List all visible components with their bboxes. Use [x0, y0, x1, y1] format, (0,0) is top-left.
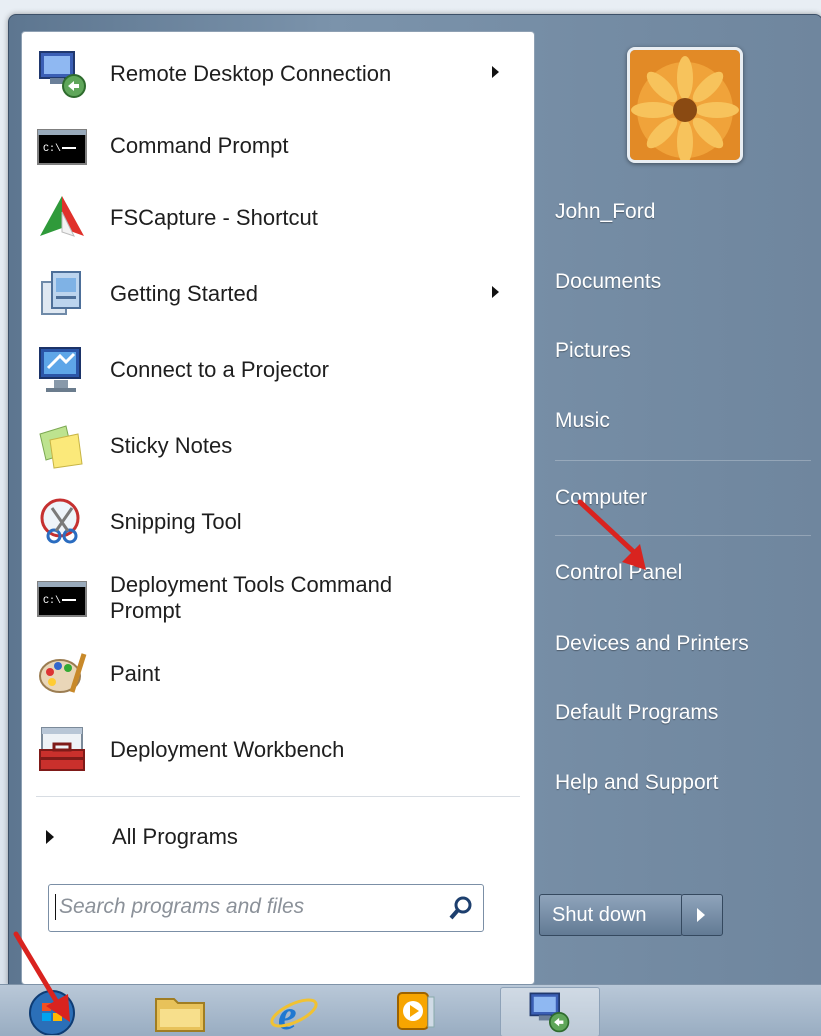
shutdown-button[interactable]: Shut down — [539, 894, 683, 936]
divider — [555, 460, 811, 461]
svg-text:C:\: C:\ — [43, 595, 61, 607]
sticky-notes-icon — [36, 420, 88, 472]
help-support-link[interactable]: Help and Support — [555, 763, 718, 803]
toolbox-icon — [36, 724, 88, 776]
program-item-getting-started[interactable]: Getting Started — [22, 258, 534, 330]
program-list: Remote Desktop Connection C:\ Command Pr… — [21, 31, 535, 985]
program-item-fscapture[interactable]: FSCapture - Shortcut — [22, 182, 534, 254]
shutdown-label: Shut down — [552, 903, 647, 926]
pictures-link[interactable]: Pictures — [555, 331, 631, 371]
fscapture-icon — [36, 192, 88, 244]
search-placeholder: Search programs and files — [59, 895, 305, 918]
taskbar: e — [0, 984, 821, 1036]
all-programs-item[interactable]: All Programs — [22, 812, 534, 862]
windows-explorer-icon[interactable] — [150, 987, 210, 1035]
program-label: FSCapture - Shortcut — [110, 205, 318, 230]
projector-icon — [36, 344, 88, 396]
svg-text:C:\: C:\ — [43, 143, 61, 155]
program-item-deployment-tools-prompt[interactable]: C:\ Deployment Tools Command Prompt — [22, 562, 534, 634]
program-label: Getting Started — [110, 281, 258, 306]
program-item-deployment-workbench[interactable]: Deployment Workbench — [22, 714, 534, 786]
user-avatar[interactable] — [627, 47, 743, 163]
program-label: Deployment Workbench — [110, 737, 345, 762]
program-label: Command Prompt — [110, 133, 289, 158]
program-item-snipping-tool[interactable]: Snipping Tool — [22, 486, 534, 558]
snipping-tool-icon — [36, 496, 88, 548]
program-label: Sticky Notes — [110, 433, 233, 458]
program-item-command-prompt[interactable]: C:\ Command Prompt — [22, 110, 534, 182]
all-programs-label: All Programs — [112, 824, 238, 849]
media-player-icon[interactable] — [388, 987, 448, 1035]
program-label: Connect to a Projector — [110, 357, 329, 382]
search-icon[interactable] — [447, 894, 475, 922]
program-item-sticky-notes[interactable]: Sticky Notes — [22, 410, 534, 482]
paint-icon — [36, 648, 88, 700]
user-name-link[interactable]: John_Ford — [555, 192, 655, 232]
internet-explorer-icon[interactable]: e — [264, 987, 324, 1036]
program-label: Remote Desktop Connection — [110, 61, 392, 86]
default-programs-link[interactable]: Default Programs — [555, 693, 718, 733]
annotation-arrow-icon — [577, 499, 646, 570]
program-label: Paint — [110, 661, 161, 686]
remote-desktop-taskbar-button[interactable] — [500, 987, 600, 1036]
annotation-arrow-icon — [13, 931, 70, 1022]
program-item-projector[interactable]: Connect to a Projector — [22, 334, 534, 406]
chevron-right-icon — [697, 908, 705, 922]
getting-started-icon — [36, 268, 88, 320]
command-prompt-icon: C:\ — [36, 572, 88, 624]
music-link[interactable]: Music — [555, 401, 610, 441]
remote-desktop-icon — [529, 992, 570, 1033]
text-caret — [55, 894, 56, 920]
start-menu: Remote Desktop Connection C:\ Command Pr… — [8, 14, 821, 986]
program-label: Deployment Tools Command Prompt — [110, 572, 393, 623]
screenshot: Remote Desktop Connection C:\ Command Pr… — [0, 0, 821, 1036]
command-prompt-icon: C:\ — [36, 120, 88, 172]
program-item-paint[interactable]: Paint — [22, 638, 534, 710]
divider — [36, 796, 520, 797]
documents-link[interactable]: Documents — [555, 262, 661, 302]
program-item-remote-desktop[interactable]: Remote Desktop Connection — [22, 38, 534, 110]
expand-arrow-icon — [46, 830, 54, 844]
submenu-arrow-icon — [492, 66, 499, 78]
submenu-arrow-icon — [492, 286, 499, 298]
program-label: Snipping Tool — [110, 509, 242, 534]
remote-desktop-icon — [36, 48, 88, 100]
search-input[interactable]: Search programs and files — [48, 884, 484, 932]
devices-printers-link[interactable]: Devices and Printers — [555, 624, 749, 664]
svg-text:e: e — [278, 993, 297, 1035]
shutdown-options-button[interactable] — [681, 894, 723, 936]
